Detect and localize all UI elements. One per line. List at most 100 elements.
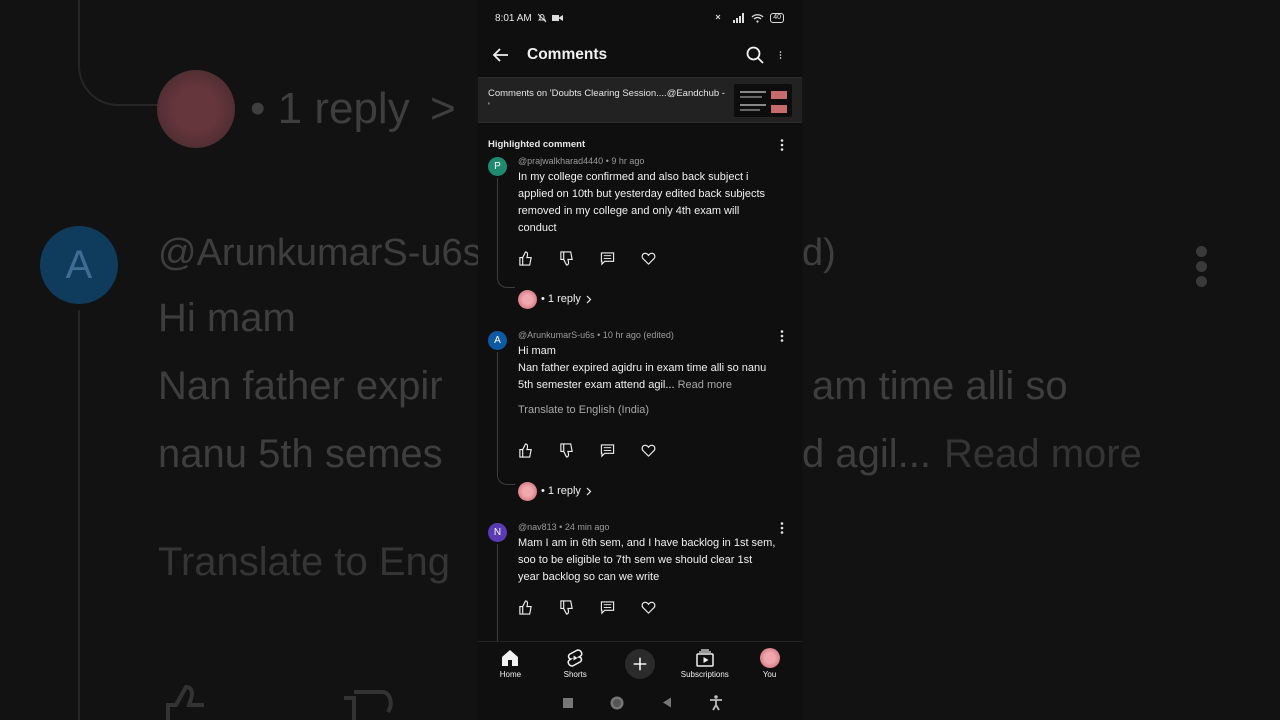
bg-line2a: Nan father expir [158,364,443,408]
more-options-icon[interactable] [778,45,788,65]
kebab-icon[interactable] [776,138,788,152]
reply-count: • 1 reply [541,485,581,497]
comment-author[interactable]: @nav813 [518,522,557,532]
bg-thread-line [78,0,158,106]
comment-actions [518,437,776,463]
bg-kebab-icon [1196,246,1208,291]
status-time: 8:01 AM [495,12,532,24]
nav-subscriptions[interactable]: Subscriptions [672,642,737,685]
thread-line [497,178,515,288]
comment-meta: @nav813 • 24 min ago [518,522,610,532]
bg-thumbs-up-icon [166,685,204,720]
dislike-icon[interactable] [559,599,574,615]
bg-line2b: am time alli so [812,364,1068,408]
like-icon[interactable] [518,442,533,458]
create-button[interactable] [624,648,655,679]
screen: • 1 reply > A @ArunkumarS-u6s d) Hi mam … [0,0,1280,720]
nav-shorts[interactable]: Shorts [543,642,608,685]
comment-line: Hi mam [518,345,556,357]
video-caption: Comments on 'Doubts Clearing Session....… [488,88,725,112]
heart-icon[interactable] [641,443,656,458]
nav-home[interactable]: Home [478,642,543,685]
creator-avatar [518,289,537,309]
bg-chevron-icon: > [430,84,456,133]
nav-label: Home [499,670,522,679]
signal-icon [733,13,745,23]
comment-text: Mam I am in 6th sem, and I have backlog … [518,537,776,583]
avatar[interactable]: N [488,523,507,542]
video-context-bar[interactable]: Comments on 'Doubts Clearing Session....… [478,77,802,123]
back-triangle-icon[interactable] [662,697,672,708]
like-icon[interactable] [518,250,533,266]
video-record-icon [551,15,563,21]
avatar[interactable]: P [488,157,507,176]
search-icon[interactable] [745,45,765,65]
comment-actions [518,594,776,620]
app-bar: Comments [478,36,802,74]
chevron-right-icon [586,295,592,303]
bg-author: @ArunkumarS-u6s [158,232,482,274]
creator-avatar [518,481,537,501]
chevron-right-icon [586,487,592,495]
comment-meta: @prajwalkharad4440 • 9 hr ago [518,156,645,166]
comment-item: N @nav813 • 24 min ago Mam I am in 6th s… [478,521,802,654]
phone-screen: 8:01 AM 40 Comments Comments on 'Doubts … [478,0,802,720]
home-icon [502,650,519,666]
reply-icon[interactable] [600,251,615,266]
thread-line [497,544,515,654]
status-bar: 8:01 AM 40 [478,0,802,36]
back-arrow-icon[interactable] [492,46,510,64]
reply-icon[interactable] [600,600,615,615]
avatar[interactable]: A [488,331,507,350]
battery-icon: 40 [770,13,784,23]
comment-author[interactable]: @prajwalkharad4440 [518,156,603,166]
comment-item: P @prajwalkharad4440 • 9 hr ago In my co… [478,155,802,309]
comment-author[interactable]: @ArunkumarS-u6s [518,330,595,340]
comment-text: Hi mam Nan father expired agidru in exam… [518,343,776,394]
comment-time: 9 hr ago [611,156,645,166]
video-thumbnail[interactable] [734,83,792,117]
bg-author-suffix: d) [802,232,836,274]
bg-reply-text: • 1 reply [250,84,410,133]
bottom-navigation: Home Shorts Subscriptions You [478,641,802,685]
translate-link[interactable]: Translate to English (India) [518,404,776,416]
like-icon[interactable] [518,599,533,615]
page-title: Comments [527,46,608,63]
x-icon [715,14,721,19]
view-replies-button[interactable]: • 1 reply [518,289,776,309]
dislike-icon[interactable] [559,442,574,458]
comment-time: 24 min ago [564,522,610,532]
system-navigation-bar [478,685,802,720]
avatar [759,648,780,668]
bg-line3b: d agil... [802,432,931,476]
muted-bell-icon [537,13,547,23]
shorts-icon [567,649,583,667]
bg-thumbs-down-icon [344,690,393,720]
reply-icon[interactable] [600,443,615,458]
nav-label: Shorts [563,670,587,679]
nav-create[interactable] [608,642,673,685]
subscriptions-icon [696,649,714,667]
comment-time: 10 hr ago (edited) [602,330,674,340]
wifi-icon [751,14,764,23]
bg-translate: Translate to Eng [158,540,451,584]
bg-thread-line-2 [78,310,80,720]
nav-label: You [762,670,777,679]
accessibility-icon[interactable] [709,694,723,711]
view-replies-button[interactable]: • 1 reply [518,481,776,501]
kebab-icon[interactable] [776,521,788,535]
recents-icon[interactable] [562,697,573,708]
heart-icon[interactable] [641,251,656,266]
nav-you[interactable]: You [737,642,802,685]
bg-read-more: Read more [944,432,1142,476]
kebab-icon[interactable] [776,329,788,343]
highlighted-label: Highlighted comment [488,139,586,150]
heart-icon[interactable] [641,600,656,615]
bg-line3a: nanu 5th semes [158,432,443,476]
home-button-icon[interactable] [610,696,624,710]
bg-avatar [157,70,235,148]
comment-actions [518,245,776,271]
read-more-link[interactable]: Read more [678,379,732,391]
dislike-icon[interactable] [559,250,574,266]
bg-avatar-a: A [40,226,118,304]
